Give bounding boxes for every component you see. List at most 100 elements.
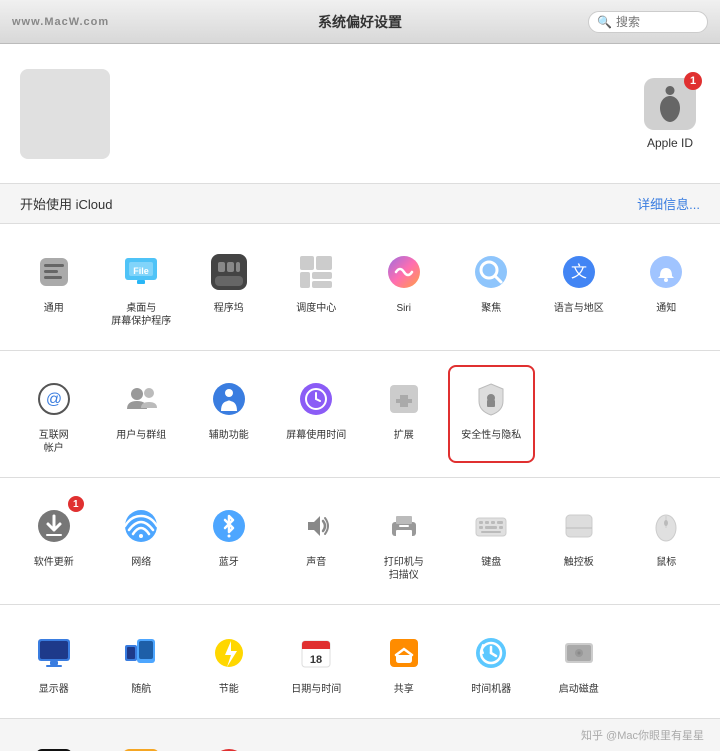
updates-label: 软件更新 <box>34 556 74 569</box>
watermark: www.MacW.com <box>12 16 109 28</box>
language-label: 语言与地区 <box>554 302 604 315</box>
pref-item-bluetooth[interactable]: 蓝牙 <box>187 494 271 588</box>
user-avatar <box>20 69 110 159</box>
titlebar: www.MacW.com 系统偏好设置 🔍 <box>0 0 720 44</box>
window-title: 系统偏好设置 <box>318 12 402 32</box>
screentime-icon <box>290 373 342 425</box>
pref-item-energy[interactable]: 节能 <box>187 621 271 702</box>
pref-item-security[interactable]: 安全性与隐私 <box>450 367 534 461</box>
pref-item-keyboard[interactable]: 键盘 <box>450 494 534 588</box>
bluetooth-icon <box>203 500 255 552</box>
datetime-icon: 18 <box>290 627 342 679</box>
keyboard-icon <box>465 500 517 552</box>
pref-item-ntfs[interactable]: TTuxera NTFS <box>187 735 271 751</box>
dock-icon <box>203 246 255 298</box>
trackpad-icon <box>553 500 605 552</box>
startup-icon <box>553 627 605 679</box>
sound-label: 声音 <box>306 556 326 569</box>
mouse-icon <box>640 500 692 552</box>
pref-item-print[interactable]: 打印机与 扫描仪 <box>362 494 446 588</box>
pref-item-lut[interactable]: LUTLUT Utility <box>12 735 96 751</box>
trackpad-label: 触控板 <box>564 556 594 569</box>
prefs-section-1: 通用 File桌面与 屏幕保护程序程序坞调度中心 Siri 聚焦 文语言与地区通知 <box>0 224 720 351</box>
sidecar-label: 随航 <box>131 683 151 696</box>
pref-item-sharing[interactable]: 共享 <box>362 621 446 702</box>
prefs-grid-1: 通用 File桌面与 屏幕保护程序程序坞调度中心 Siri 聚焦 文语言与地区通知 <box>12 240 708 334</box>
startup-label: 启动磁盘 <box>559 683 599 696</box>
internet-label: 互联网 帐户 <box>39 429 69 455</box>
pref-item-java[interactable]: ☕Java <box>100 735 184 751</box>
pref-item-desktop[interactable]: File桌面与 屏幕保护程序 <box>100 240 184 334</box>
prefs-section-3: 1 软件更新 网络 蓝牙声音 打印机与 扫描仪 键盘 触控板 鼠标 <box>0 478 720 605</box>
keyboard-label: 键盘 <box>481 556 501 569</box>
pref-item-sidecar[interactable]: 随航 <box>100 621 184 702</box>
screentime-label: 屏幕使用时间 <box>286 429 346 442</box>
display-label: 显示器 <box>39 683 69 696</box>
mission-label: 调度中心 <box>296 302 336 315</box>
pref-item-timemachine[interactable]: 时间机器 <box>450 621 534 702</box>
pref-item-mission[interactable]: 调度中心 <box>275 240 359 334</box>
pref-item-dock[interactable]: 程序坞 <box>187 240 271 334</box>
pref-item-trackpad[interactable]: 触控板 <box>537 494 621 588</box>
pref-item-access[interactable]: 辅助功能 <box>187 367 271 461</box>
main-content: 1 Apple ID 开始使用 iCloud 详细信息... 通用 File桌面与… <box>0 44 720 751</box>
apple-id-section: 1 Apple ID <box>0 44 720 184</box>
security-icon <box>465 373 517 425</box>
notif-label: 通知 <box>656 302 676 315</box>
pref-item-extensions[interactable]: 扩展 <box>362 367 446 461</box>
pref-item-spotlight[interactable]: 聚焦 <box>450 240 534 334</box>
extensions-label: 扩展 <box>394 429 414 442</box>
energy-label: 节能 <box>219 683 239 696</box>
display-icon <box>28 627 80 679</box>
sharing-icon <box>378 627 430 679</box>
print-icon <box>378 500 430 552</box>
updates-icon: 1 <box>28 500 80 552</box>
sound-icon <box>290 500 342 552</box>
siri-label: Siri <box>397 302 411 315</box>
prefs-section-4: 显示器 随航 节能 18 日期与时间 共享时间机器 启动磁盘 <box>0 605 720 719</box>
network-label: 网络 <box>131 556 151 569</box>
network-icon <box>115 500 167 552</box>
icloud-details-link[interactable]: 详细信息... <box>637 194 700 213</box>
search-icon: 🔍 <box>597 15 612 29</box>
pref-item-startup[interactable]: 启动磁盘 <box>537 621 621 702</box>
extensions-icon <box>378 373 430 425</box>
internet-icon: @ <box>28 373 80 425</box>
search-input[interactable] <box>616 15 701 29</box>
users-label: 用户与群组 <box>116 429 166 442</box>
pref-item-internet[interactable]: @ 互联网 帐户 <box>12 367 96 461</box>
pref-item-general[interactable]: 通用 <box>12 240 96 334</box>
pref-item-display[interactable]: 显示器 <box>12 621 96 702</box>
icloud-text: 开始使用 iCloud <box>20 194 112 213</box>
svg-text:18: 18 <box>310 654 322 666</box>
java-icon: ☕ <box>115 741 167 751</box>
general-label: 通用 <box>44 302 64 315</box>
notif-icon <box>640 246 692 298</box>
search-box[interactable]: 🔍 <box>588 11 708 33</box>
apple-id-button[interactable]: 1 Apple ID <box>644 78 696 150</box>
siri-icon <box>378 246 430 298</box>
pref-item-notif[interactable]: 通知 <box>625 240 709 334</box>
general-icon <box>28 246 80 298</box>
pref-item-network[interactable]: 网络 <box>100 494 184 588</box>
pref-item-sound[interactable]: 声音 <box>275 494 359 588</box>
mission-icon <box>290 246 342 298</box>
print-label: 打印机与 扫描仪 <box>384 556 424 582</box>
pref-item-mouse[interactable]: 鼠标 <box>625 494 709 588</box>
prefs-grid-3: 1 软件更新 网络 蓝牙声音 打印机与 扫描仪 键盘 触控板 鼠标 <box>12 494 708 588</box>
pref-item-language[interactable]: 文语言与地区 <box>537 240 621 334</box>
pref-item-users[interactable]: 用户与群组 <box>100 367 184 461</box>
spotlight-icon <box>465 246 517 298</box>
pref-item-screentime[interactable]: 屏幕使用时间 <box>275 367 359 461</box>
spotlight-label: 聚焦 <box>481 302 501 315</box>
bottom-watermark: 知乎 @Mac你眼里有星星 <box>581 727 704 743</box>
timemachine-label: 时间机器 <box>471 683 511 696</box>
sidecar-icon <box>115 627 167 679</box>
pref-item-updates[interactable]: 1 软件更新 <box>12 494 96 588</box>
pref-item-siri[interactable]: Siri <box>362 240 446 334</box>
datetime-label: 日期与时间 <box>291 683 341 696</box>
apple-id-icon-wrap: 1 <box>644 78 696 130</box>
icloud-bar: 开始使用 iCloud 详细信息... <box>0 184 720 224</box>
pref-item-datetime[interactable]: 18 日期与时间 <box>275 621 359 702</box>
energy-icon <box>203 627 255 679</box>
